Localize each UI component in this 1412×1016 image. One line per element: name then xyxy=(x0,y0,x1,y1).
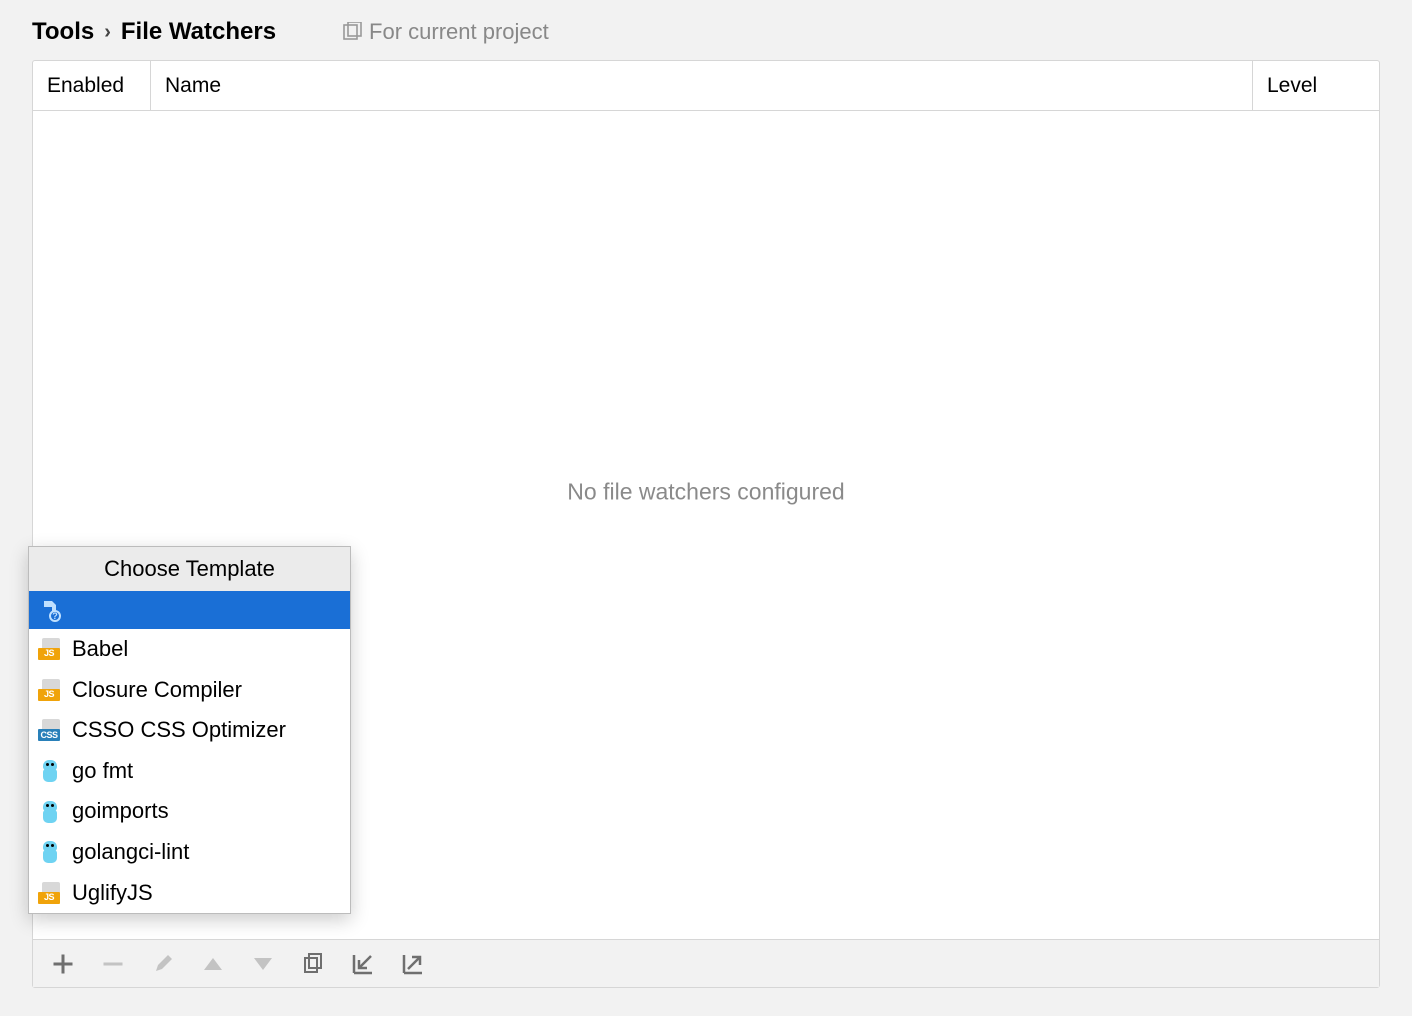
template-item[interactable]: go fmt xyxy=(29,751,350,792)
js-file-icon: JS xyxy=(37,636,63,662)
template-item-label: UglifyJS xyxy=(72,879,153,908)
css-file-icon: CSS xyxy=(37,717,63,743)
template-item-label: Closure Compiler xyxy=(72,676,242,705)
chevron-right-icon: › xyxy=(104,21,111,44)
template-item[interactable]: JS UglifyJS xyxy=(29,873,350,914)
plus-icon xyxy=(52,953,74,975)
add-button[interactable] xyxy=(47,948,79,980)
scope-label: For current project xyxy=(342,19,549,45)
template-item[interactable]: JS Closure Compiler xyxy=(29,670,350,711)
pencil-icon xyxy=(152,953,174,975)
js-file-icon: JS xyxy=(37,880,63,906)
go-gopher-icon xyxy=(37,799,63,825)
triangle-up-icon xyxy=(202,956,224,972)
copy-icon xyxy=(302,953,324,975)
svg-text:?: ? xyxy=(52,611,58,621)
choose-template-popup: Choose Template ? JS Babel JS Closure Comp… xyxy=(28,546,351,914)
table-header: Enabled Name Level xyxy=(33,61,1379,111)
breadcrumb: Tools › File Watchers For current projec… xyxy=(4,4,1408,60)
template-item[interactable]: goimports xyxy=(29,791,350,832)
template-item-label: golangci-lint xyxy=(72,838,189,867)
template-item-label: goimports xyxy=(72,797,169,826)
export-button[interactable] xyxy=(397,948,429,980)
import-button[interactable] xyxy=(347,948,379,980)
template-item[interactable]: CSS CSSO CSS Optimizer xyxy=(29,710,350,751)
popup-title: Choose Template xyxy=(29,547,350,591)
move-up-button[interactable] xyxy=(197,948,229,980)
copy-button[interactable] xyxy=(297,948,329,980)
go-gopher-icon xyxy=(37,758,63,784)
template-item[interactable]: ? xyxy=(29,591,350,629)
edit-button[interactable] xyxy=(147,948,179,980)
empty-table-message: No file watchers configured xyxy=(567,478,844,505)
table-toolbar xyxy=(33,939,1379,987)
js-file-icon: JS xyxy=(37,677,63,703)
template-item-label: go fmt xyxy=(72,757,133,786)
breadcrumb-section: File Watchers xyxy=(121,18,276,46)
remove-button[interactable] xyxy=(97,948,129,980)
go-gopher-icon xyxy=(37,839,63,865)
export-icon xyxy=(401,952,425,976)
custom-template-icon: ? xyxy=(37,597,63,623)
template-item[interactable]: golangci-lint xyxy=(29,832,350,873)
triangle-down-icon xyxy=(252,956,274,972)
template-item-label: CSSO CSS Optimizer xyxy=(72,716,286,745)
column-header-enabled[interactable]: Enabled xyxy=(33,61,151,110)
import-icon xyxy=(351,952,375,976)
minus-icon xyxy=(102,953,124,975)
move-down-button[interactable] xyxy=(247,948,279,980)
popup-items: ? JS Babel JS Closure Compiler CSS CSSO CSS… xyxy=(29,591,350,913)
project-scope-icon xyxy=(342,22,362,42)
breadcrumb-tools[interactable]: Tools xyxy=(32,18,94,46)
template-item-label: Babel xyxy=(72,635,128,664)
template-item[interactable]: JS Babel xyxy=(29,629,350,670)
column-header-name[interactable]: Name xyxy=(151,61,1253,110)
scope-label-text: For current project xyxy=(369,19,549,45)
column-header-level[interactable]: Level xyxy=(1253,61,1379,110)
